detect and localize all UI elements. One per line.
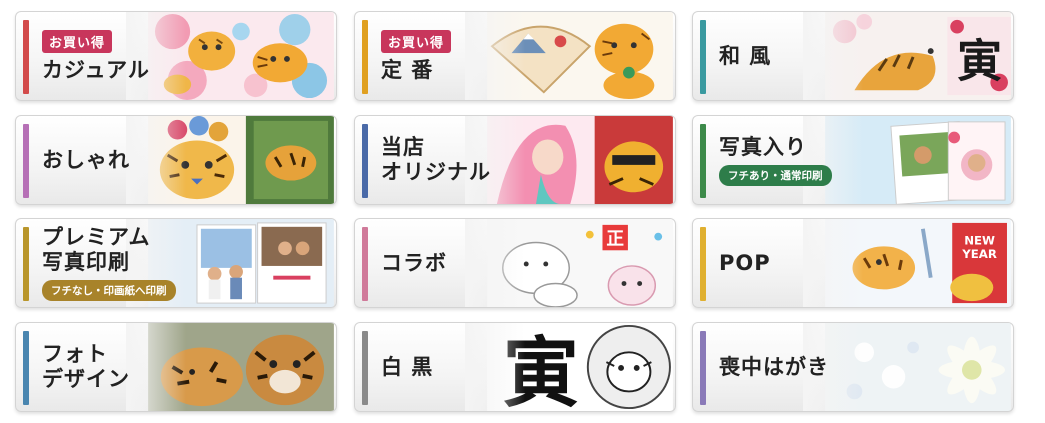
card-accent-bar <box>23 20 29 94</box>
card-accent-bar <box>700 20 706 94</box>
category-card-collab[interactable]: コラボ 正 <box>354 218 676 308</box>
card-title: 当店 オリジナル <box>381 135 491 184</box>
category-card-pop[interactable]: POP NEW YEAR <box>692 218 1014 308</box>
card-accent-bar <box>23 124 29 198</box>
card-accent-bar <box>362 227 368 301</box>
tora-calligraphy-text: 寅 <box>957 35 1002 88</box>
card-accent-bar <box>23 227 29 301</box>
sho-character-text: 正 <box>606 229 624 249</box>
card-accent-bar <box>362 124 368 198</box>
category-card-standard[interactable]: お買い得 定 番 <box>354 11 676 101</box>
card-accent-bar <box>700 124 706 198</box>
category-card-photo-design[interactable]: フォト デザイン <box>15 322 337 412</box>
card-title: 和 風 <box>719 43 772 68</box>
card-accent-bar <box>700 331 706 405</box>
category-card-original[interactable]: 当店 オリジナル <box>354 115 676 205</box>
category-card-casual[interactable]: お買い得 カジュアル <box>15 11 337 101</box>
card-title: おしゃれ <box>42 147 130 172</box>
card-title: POP <box>719 250 771 275</box>
card-title: フォト デザイン <box>42 342 130 391</box>
category-grid: お買い得 カジュアル お買い得 定 番 和 風 寅 おしゃれ 当店 オリジナル … <box>0 0 1045 423</box>
card-title: プレミアム 写真印刷 <box>42 225 151 274</box>
print-type-badge: フチあり・通常印刷 <box>719 164 832 186</box>
print-type-badge: フチなし・印画紙へ印刷 <box>42 280 176 301</box>
new-year-text: NEW YEAR <box>961 233 997 261</box>
card-title: 定 番 <box>381 57 434 82</box>
category-card-japanese[interactable]: 和 風 寅 <box>692 11 1014 101</box>
card-title: 写真入り <box>719 134 807 159</box>
category-card-stylish[interactable]: おしゃれ <box>15 115 337 205</box>
category-card-photo[interactable]: 写真入り フチあり・通常印刷 <box>692 115 1014 205</box>
card-title: 喪中はがき <box>719 354 829 379</box>
card-accent-bar <box>362 20 368 94</box>
category-card-mourning[interactable]: 喪中はがき <box>692 322 1014 412</box>
card-accent-bar <box>700 227 706 301</box>
card-title: カジュアル <box>42 57 150 82</box>
card-title: コラボ <box>381 250 447 275</box>
card-accent-bar <box>362 331 368 405</box>
bargain-badge: お買い得 <box>381 29 452 53</box>
bargain-badge: お買い得 <box>42 29 113 53</box>
card-title: 白 黒 <box>381 354 434 379</box>
category-card-monochrome[interactable]: 白 黒 寅 <box>354 322 676 412</box>
card-accent-bar <box>23 331 29 405</box>
category-card-premium-photo[interactable]: プレミアム 写真印刷 フチなし・印画紙へ印刷 <box>15 218 337 308</box>
